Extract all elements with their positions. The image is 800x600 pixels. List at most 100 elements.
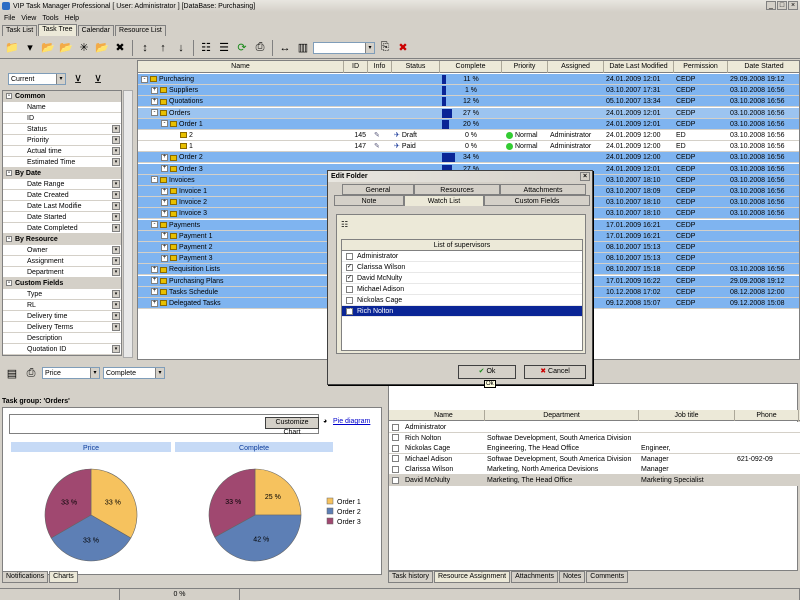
column-width-icon[interactable]: ↔ <box>277 40 293 56</box>
resource-column-header[interactable]: Phone <box>735 410 799 421</box>
dialog-tab-attachments[interactable]: Attachments <box>500 184 586 195</box>
supervisor-row[interactable]: ✓ Rich Nolton <box>342 306 582 317</box>
resource-row[interactable]: Clarissa Wilson Marketing, North America … <box>389 464 800 476</box>
tree-row[interactable]: 2 145 ✎ ✈ Draft 0 % Normal Administrator 24.01.… <box>138 130 799 141</box>
collapse-icon[interactable]: - <box>6 280 12 286</box>
folder-icon[interactable]: 📂 <box>94 40 110 56</box>
resource-checkbox[interactable] <box>392 433 402 444</box>
dropdown-icon[interactable]: ▾ <box>112 125 120 133</box>
dropdown-icon[interactable]: ▾ <box>112 246 120 254</box>
pie-diagram-link[interactable]: Pie diagram <box>333 418 370 425</box>
close-button[interactable]: × <box>788 1 798 10</box>
expand-icon[interactable]: + <box>151 86 158 94</box>
add-subtask-icon[interactable]: ✳ <box>76 40 92 56</box>
resource-row[interactable]: Nickolas Cage Engineering, The Head Offic… <box>389 443 800 455</box>
new-task-icon[interactable]: 📁 <box>4 40 20 56</box>
expand-icon[interactable]: - <box>151 176 158 184</box>
property-group[interactable]: - By Date <box>3 168 121 179</box>
supervisor-checkbox[interactable]: ✓ <box>346 307 353 315</box>
expand-icon[interactable]: + <box>161 210 168 218</box>
maximize-button[interactable]: □ <box>777 1 787 10</box>
dropdown-icon[interactable]: ▾ <box>112 158 120 166</box>
supervisor-row[interactable]: Administrator <box>342 251 582 262</box>
apply-filter-icon[interactable]: ⊻ <box>70 71 86 87</box>
tree-view-icon[interactable]: ☷ <box>198 40 214 56</box>
expand-icon[interactable]: + <box>151 277 158 285</box>
dialog-tab-note[interactable]: Note <box>334 195 404 206</box>
tab-resource-list[interactable]: Resource List <box>115 25 166 36</box>
property-group[interactable]: - By Resource <box>3 234 121 245</box>
column-header[interactable]: Status <box>392 61 440 73</box>
tab-notifications[interactable]: Notifications <box>2 571 49 583</box>
tab-calendar[interactable]: Calendar <box>77 25 115 36</box>
expand-icon[interactable]: + <box>151 98 158 106</box>
collapse-icon[interactable]: - <box>6 93 12 99</box>
refresh-icon[interactable]: ⟳ <box>234 40 250 56</box>
customize-chart-button[interactable]: Customize Chart <box>265 417 319 436</box>
dropdown-icon[interactable]: ▾ <box>112 213 120 221</box>
resource-row[interactable]: Rich Nolton Softwae Development, South Am… <box>389 432 800 444</box>
delete-icon[interactable]: ✖ <box>112 40 128 56</box>
resource-column-header[interactable]: Name <box>403 410 485 421</box>
expand-icon[interactable]: - <box>161 120 168 128</box>
resource-row[interactable]: Administrator <box>389 422 800 433</box>
property-group[interactable]: - Common <box>3 91 121 102</box>
select-all-icon[interactable]: ☷ <box>341 220 359 230</box>
resource-row[interactable]: Michael Adison Softwae Development, South… <box>389 453 800 465</box>
filter-combo[interactable]: Current ▾ <box>8 73 66 85</box>
dropdown-icon[interactable]: ▾ <box>112 268 120 276</box>
collapse-icon[interactable]: - <box>6 236 12 242</box>
minimize-button[interactable]: _ <box>766 1 776 10</box>
expand-icon[interactable]: - <box>151 221 158 229</box>
dropdown-icon[interactable]: ▾ <box>112 136 120 144</box>
tab-resource-assignment[interactable]: Resource Assignment <box>433 571 511 583</box>
chart-field2-combo[interactable]: Complete ▾ <box>103 367 165 379</box>
export-icon[interactable]: ⎘ <box>377 40 393 56</box>
dropdown-icon[interactable]: ▾ <box>112 257 120 265</box>
chart-settings-icon[interactable]: ▤ <box>4 365 20 381</box>
move-icon[interactable]: ↕ <box>137 40 153 56</box>
cancel-button[interactable]: ✖ Cancel <box>524 365 586 379</box>
search-combo[interactable]: ▾ <box>313 41 375 54</box>
ok-button[interactable]: ✔ Ok <box>458 365 516 379</box>
expand-icon[interactable]: + <box>151 288 158 296</box>
column-header[interactable]: Priority <box>502 61 548 73</box>
resource-checkbox[interactable] <box>392 475 402 486</box>
supervisor-checkbox[interactable] <box>346 296 353 304</box>
menu-view[interactable]: View <box>21 15 36 22</box>
dropdown-icon[interactable]: ▾ <box>112 180 120 188</box>
dropdown-icon[interactable]: ▾ <box>112 312 120 320</box>
menu-tools[interactable]: Tools <box>42 15 58 22</box>
tree-row[interactable]: 1 147 ✎ ✈ Paid 0 % Normal Administrator 24.01.2… <box>138 141 799 153</box>
dropdown-icon[interactable]: ▾ <box>112 323 120 331</box>
expand-icon[interactable]: + <box>151 266 158 274</box>
print-icon[interactable]: ⎙ <box>252 40 268 56</box>
expand-icon[interactable]: + <box>161 243 168 251</box>
expand-icon[interactable]: + <box>161 198 168 206</box>
column-header[interactable]: Date Started <box>728 61 799 73</box>
resource-checkbox[interactable] <box>392 454 402 465</box>
dropdown-icon[interactable]: ▾ <box>22 40 38 56</box>
column-header[interactable]: Info <box>368 61 392 73</box>
expand-icon[interactable]: + <box>161 165 168 173</box>
tree-row[interactable]: - Orders 27 % 24.01.2009 12:01 CEDP 03.10.200… <box>138 107 799 119</box>
column-header[interactable]: ID <box>344 61 368 73</box>
column-header[interactable]: Permission <box>674 61 728 73</box>
resource-row[interactable]: David McNulty Marketing, The Head Office M… <box>389 475 800 486</box>
column-header[interactable]: Assigned <box>548 61 604 73</box>
supervisor-row[interactable]: ✓ Clarissa Wilson <box>342 262 582 273</box>
remove-icon[interactable]: ✖ <box>395 40 411 56</box>
supervisor-row[interactable]: ✓ David McNulty <box>342 273 582 284</box>
dropdown-icon[interactable]: ▾ <box>112 290 120 298</box>
supervisor-checkbox[interactable]: ✓ <box>346 274 353 282</box>
tree-row[interactable]: + Suppliers 1 % 03.10.2007 17:31 CEDP 03.10.2… <box>138 85 799 97</box>
resource-checkbox[interactable] <box>392 443 402 454</box>
tree-row[interactable]: + Order 2 34 % 24.01.2009 12:00 CEDP 03.10.20… <box>138 152 799 164</box>
expand-icon[interactable]: + <box>161 232 168 240</box>
dropdown-icon[interactable]: ▾ <box>112 224 120 232</box>
dropdown-icon[interactable]: ▾ <box>112 301 120 309</box>
tab-comments[interactable]: Comments <box>586 571 629 583</box>
tab-task-tree[interactable]: Task Tree <box>38 24 77 36</box>
expand-icon[interactable]: - <box>151 109 158 117</box>
property-group[interactable]: - Custom Fields <box>3 278 121 289</box>
